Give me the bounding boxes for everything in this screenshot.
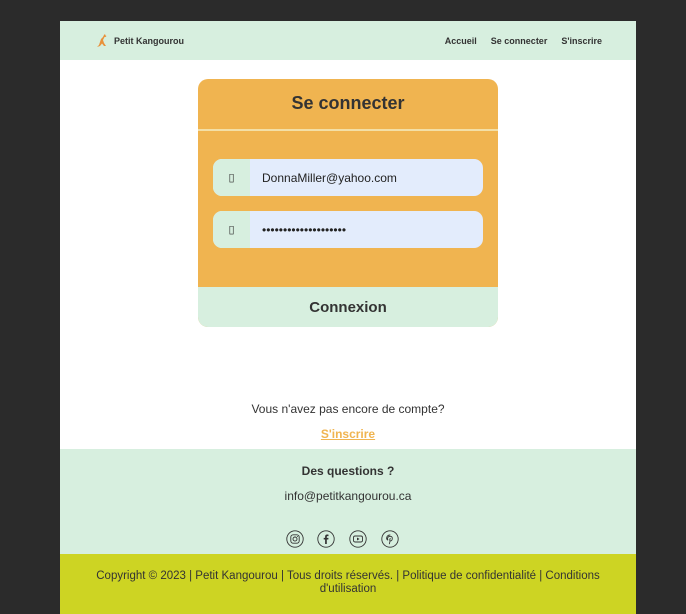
no-account-text: Vous n'avez pas encore de compte?	[251, 402, 445, 416]
title-divider	[198, 129, 498, 131]
lock-icon: ▯	[213, 211, 250, 248]
login-title: Se connecter	[291, 93, 405, 113]
email-input[interactable]	[250, 159, 475, 196]
instagram-icon[interactable]	[286, 530, 304, 548]
login-card: Se connecter ▯ ▯ Connexion	[198, 79, 498, 327]
facebook-icon[interactable]	[317, 530, 335, 548]
password-field: ▯	[213, 211, 483, 248]
site-footer: Des questions ? info@petitkangourou.ca	[60, 449, 636, 554]
kangaroo-logo-icon	[97, 34, 107, 47]
copyright-bar: Copyright © 2023 | Petit Kangourou | Tou…	[60, 554, 636, 614]
email-field: ▯	[213, 159, 483, 196]
pinterest-icon[interactable]	[381, 530, 399, 548]
login-button[interactable]: Connexion	[198, 287, 498, 327]
brand-name: Petit Kangourou	[114, 36, 184, 46]
page: Petit Kangourou Accueil Se connecter S'i…	[60, 21, 636, 614]
password-input[interactable]	[250, 211, 475, 248]
site-header: Petit Kangourou Accueil Se connecter S'i…	[60, 21, 636, 60]
copyright-text: Copyright © 2023 | Petit Kangourou | Tou…	[96, 570, 600, 595]
nav-se-connecter[interactable]: Se connecter	[491, 36, 548, 46]
brand[interactable]: Petit Kangourou	[96, 34, 184, 48]
envelope-icon: ▯	[213, 159, 250, 196]
youtube-icon[interactable]	[349, 530, 367, 548]
signup-link[interactable]: S'inscrire	[60, 427, 636, 441]
nav-accueil[interactable]: Accueil	[445, 36, 477, 46]
footer-title: Des questions ?	[301, 464, 395, 478]
footer-email[interactable]: info@petitkangourou.ca	[60, 489, 636, 503]
nav-sinscrire[interactable]: S'inscrire	[561, 36, 602, 46]
main-nav: Accueil Se connecter S'inscrire	[431, 36, 602, 46]
